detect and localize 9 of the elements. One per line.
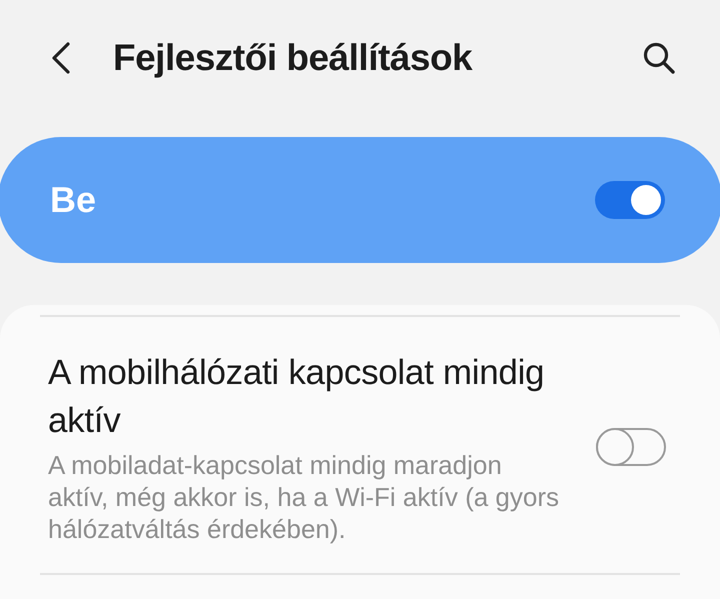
page-title: Fejlesztői beállítások (113, 37, 474, 79)
search-icon[interactable] (642, 41, 676, 75)
switch-label: Be (50, 179, 96, 221)
toggle-switch[interactable] (596, 428, 666, 466)
master-switch-bar[interactable]: Be (0, 137, 720, 263)
toggle-switch[interactable] (595, 181, 665, 219)
back-icon[interactable] (50, 41, 72, 75)
setting-description: A mobiladat-kapcsolat mindig maradjon aktív, még akkor is, ha a Wi-Fi aktív (a gyors hálózatváltás érdekében). (48, 449, 560, 545)
setting-title: A mobilhálózati kapcsolat mindig aktív (48, 352, 546, 442)
